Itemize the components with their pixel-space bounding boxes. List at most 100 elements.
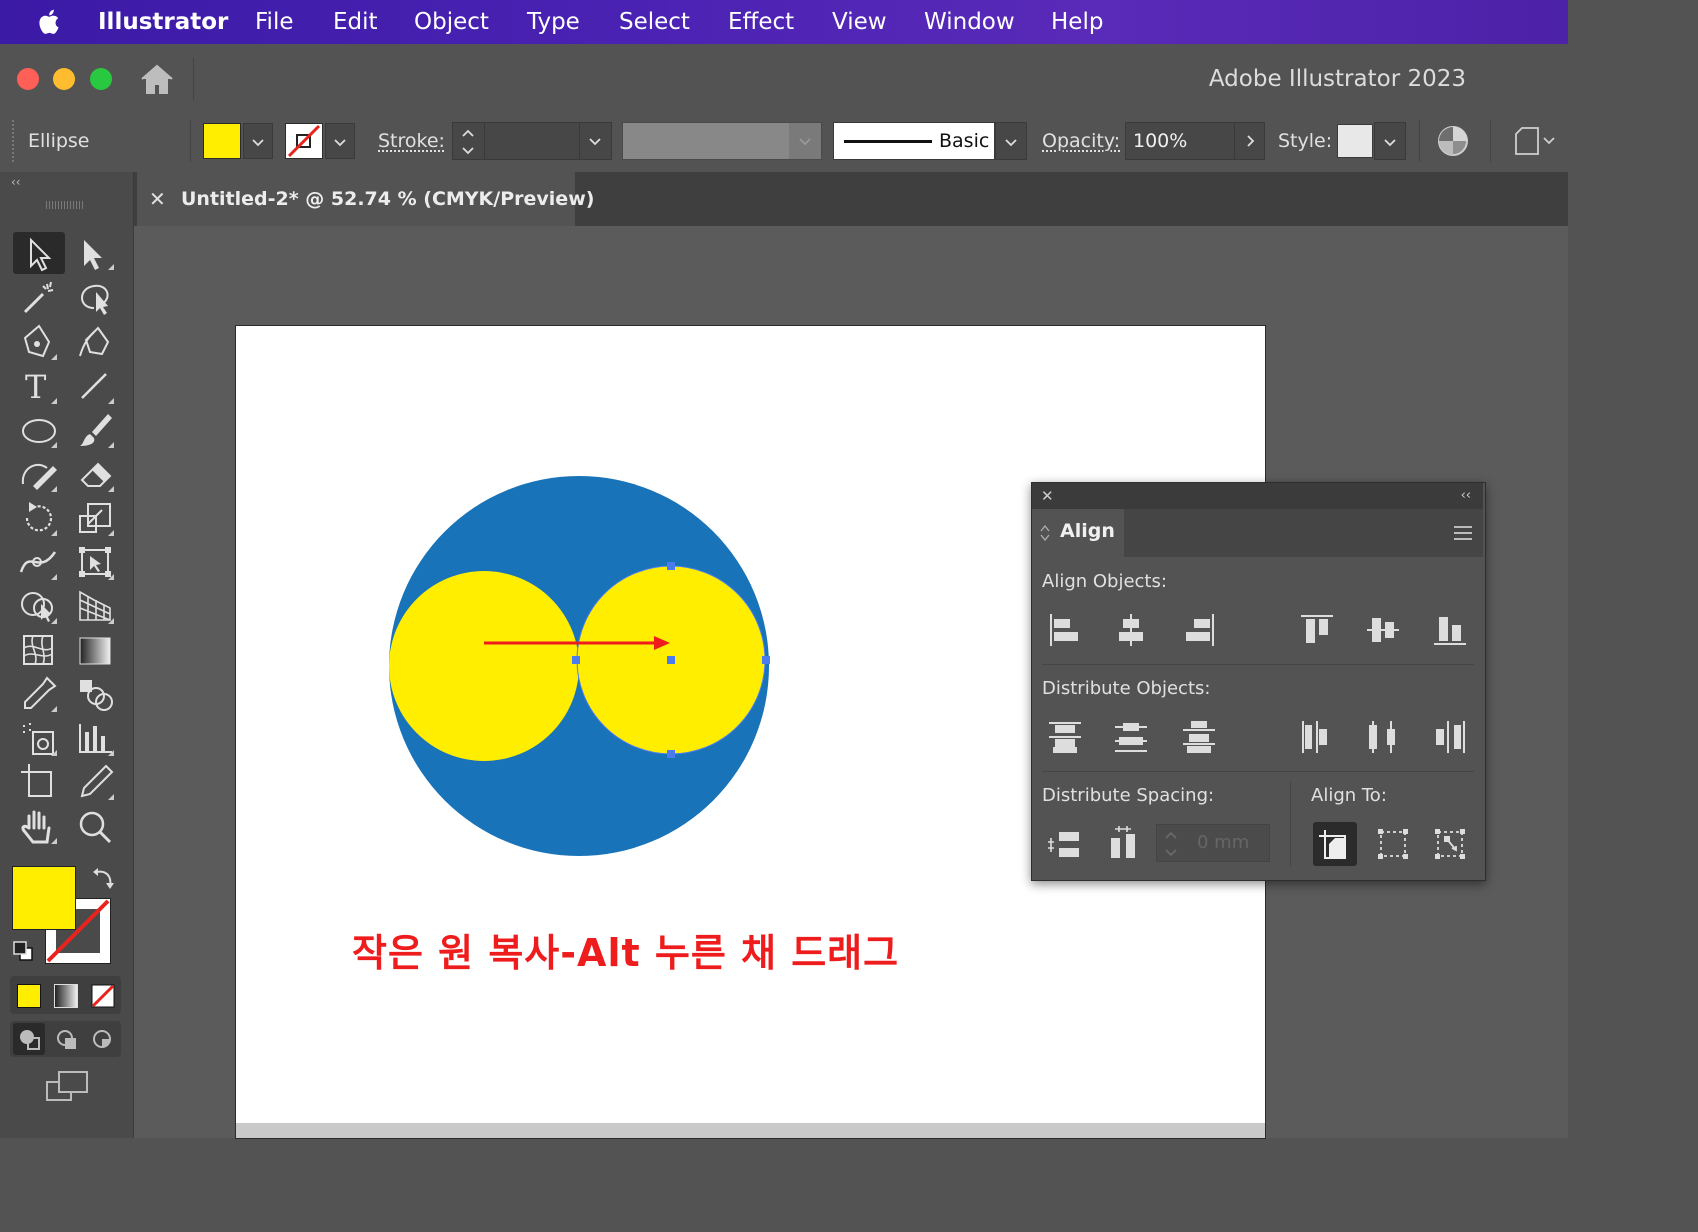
align-top-icon[interactable] bbox=[1297, 610, 1337, 650]
paintbrush-tool-icon[interactable] bbox=[74, 410, 118, 450]
menu-object[interactable]: Object bbox=[414, 0, 489, 44]
align-right-icon[interactable] bbox=[1179, 610, 1219, 650]
anchor-point[interactable] bbox=[667, 562, 675, 570]
menu-effect[interactable]: Effect bbox=[728, 0, 794, 44]
color-mode-button[interactable] bbox=[17, 984, 41, 1008]
distribute-vertical-center-icon[interactable] bbox=[1111, 717, 1151, 757]
gradient-mode-button[interactable] bbox=[54, 984, 78, 1008]
stroke-label[interactable]: Stroke: bbox=[378, 110, 445, 172]
lasso-tool-icon[interactable] bbox=[74, 278, 118, 318]
scale-tool-icon[interactable] bbox=[74, 498, 118, 538]
menu-edit[interactable]: Edit bbox=[333, 0, 378, 44]
ellipse-tool-icon[interactable] bbox=[17, 410, 61, 450]
gradient-tool-icon[interactable] bbox=[74, 630, 118, 670]
artwork-caption[interactable]: 작은 원 복사-Alt 누른 채 드래그 bbox=[352, 922, 899, 977]
menu-app-name[interactable]: Illustrator bbox=[98, 0, 228, 44]
fill-swatch[interactable] bbox=[203, 123, 241, 159]
line-segment-tool-icon[interactable] bbox=[74, 366, 118, 406]
menu-select[interactable]: Select bbox=[619, 0, 690, 44]
distribute-top-icon[interactable] bbox=[1045, 717, 1085, 757]
close-window-button[interactable] bbox=[17, 68, 39, 90]
perspective-grid-tool-icon[interactable] bbox=[74, 586, 118, 626]
anchor-point[interactable] bbox=[572, 656, 580, 664]
brush-dropdown[interactable] bbox=[995, 122, 1027, 160]
align-to-artboard-icon[interactable] bbox=[1430, 824, 1470, 864]
apple-icon[interactable] bbox=[36, 8, 62, 36]
symbol-sprayer-tool-icon[interactable] bbox=[17, 718, 61, 758]
distribute-horizontal-center-icon[interactable] bbox=[1363, 717, 1403, 757]
curvature-tool-icon[interactable] bbox=[74, 322, 118, 362]
control-bar-grip[interactable] bbox=[12, 120, 14, 162]
recolor-artwork-icon[interactable] bbox=[1437, 125, 1469, 157]
anchor-point[interactable] bbox=[762, 656, 770, 664]
width-tool-icon[interactable] bbox=[17, 542, 61, 582]
direct-selection-tool-icon[interactable] bbox=[74, 234, 118, 274]
horizontal-scrollbar[interactable] bbox=[236, 1123, 1265, 1138]
artboard-tool-icon[interactable] bbox=[17, 762, 61, 802]
draw-behind-icon[interactable] bbox=[55, 1028, 79, 1052]
menu-help[interactable]: Help bbox=[1051, 0, 1103, 44]
shape-builder-tool-icon[interactable] bbox=[17, 586, 61, 626]
tab-align[interactable]: Align bbox=[1032, 509, 1124, 557]
align-left-icon[interactable] bbox=[1045, 610, 1085, 650]
vertical-distribute-space-icon[interactable] bbox=[1045, 824, 1085, 864]
eraser-tool-icon[interactable] bbox=[74, 454, 118, 494]
none-mode-button[interactable] bbox=[91, 984, 115, 1008]
fill-box[interactable] bbox=[12, 866, 76, 930]
expand-options-icon[interactable] bbox=[1040, 524, 1050, 542]
transform-options-icon[interactable] bbox=[1510, 126, 1556, 156]
maximize-window-button[interactable] bbox=[90, 68, 112, 90]
magic-wand-tool-icon[interactable] bbox=[17, 278, 61, 318]
distribute-bottom-icon[interactable] bbox=[1179, 717, 1219, 757]
align-horizontal-center-icon[interactable] bbox=[1111, 610, 1151, 650]
tab-document[interactable]: ✕ Untitled-2* @ 52.74 % (CMYK/Preview) bbox=[137, 172, 594, 226]
distribute-right-icon[interactable] bbox=[1430, 717, 1470, 757]
eyedropper-tool-icon[interactable] bbox=[17, 674, 61, 714]
blend-tool-icon[interactable] bbox=[74, 674, 118, 714]
close-panel-icon[interactable]: ✕ bbox=[1041, 483, 1054, 509]
align-bottom-icon[interactable] bbox=[1430, 610, 1470, 650]
menu-file[interactable]: File bbox=[255, 0, 294, 44]
horizontal-distribute-space-icon[interactable] bbox=[1103, 824, 1143, 864]
column-graph-tool-icon[interactable] bbox=[74, 718, 118, 758]
type-tool-icon[interactable]: T bbox=[17, 366, 61, 406]
zoom-tool-icon[interactable] bbox=[74, 806, 118, 846]
style-dropdown[interactable] bbox=[1374, 122, 1406, 160]
mesh-tool-icon[interactable] bbox=[17, 630, 61, 670]
distribute-left-icon[interactable] bbox=[1297, 717, 1337, 757]
minimize-window-button[interactable] bbox=[53, 68, 75, 90]
stepper-icon[interactable] bbox=[460, 127, 476, 157]
anchor-point[interactable] bbox=[667, 750, 675, 758]
rotate-tool-icon[interactable] bbox=[17, 498, 61, 538]
menu-window[interactable]: Window bbox=[924, 0, 1015, 44]
small-yellow-circle-left[interactable] bbox=[389, 571, 579, 761]
panel-menu-icon[interactable] bbox=[1452, 524, 1474, 542]
opacity-label[interactable]: Opacity: bbox=[1042, 110, 1120, 172]
draw-normal-icon[interactable] bbox=[18, 1028, 42, 1052]
align-to-key-object-icon[interactable] bbox=[1315, 824, 1355, 864]
collapse-panel-icon[interactable]: ‹‹ bbox=[11, 175, 21, 189]
stroke-weight-field[interactable] bbox=[452, 122, 612, 160]
brush-definition[interactable]: Basic bbox=[833, 122, 995, 160]
slice-tool-icon[interactable] bbox=[74, 762, 118, 802]
collapse-panel-icon[interactable]: ‹‹ bbox=[1461, 483, 1471, 509]
free-transform-tool-icon[interactable] bbox=[74, 542, 118, 582]
panel-grip[interactable] bbox=[46, 201, 84, 209]
fill-dropdown[interactable] bbox=[243, 123, 273, 159]
selection-tool-icon[interactable] bbox=[17, 234, 61, 274]
pen-tool-icon[interactable] bbox=[17, 322, 61, 362]
swap-fill-stroke-icon[interactable] bbox=[92, 866, 116, 890]
menu-view[interactable]: View bbox=[832, 0, 887, 44]
close-tab-icon[interactable]: ✕ bbox=[149, 172, 166, 226]
variable-width-profile[interactable] bbox=[622, 122, 822, 160]
menu-type[interactable]: Type bbox=[527, 0, 580, 44]
center-point[interactable] bbox=[667, 656, 675, 664]
hand-tool-icon[interactable] bbox=[17, 806, 61, 846]
align-to-selection-icon[interactable] bbox=[1373, 824, 1413, 864]
panel-header[interactable]: ✕ ‹‹ bbox=[1032, 483, 1483, 509]
draw-inside-icon[interactable] bbox=[91, 1028, 113, 1050]
stroke-dropdown[interactable] bbox=[325, 123, 355, 159]
opacity-field[interactable]: 100% bbox=[1125, 122, 1265, 160]
home-icon[interactable] bbox=[139, 62, 175, 96]
graphic-style-swatch[interactable] bbox=[1337, 124, 1373, 158]
